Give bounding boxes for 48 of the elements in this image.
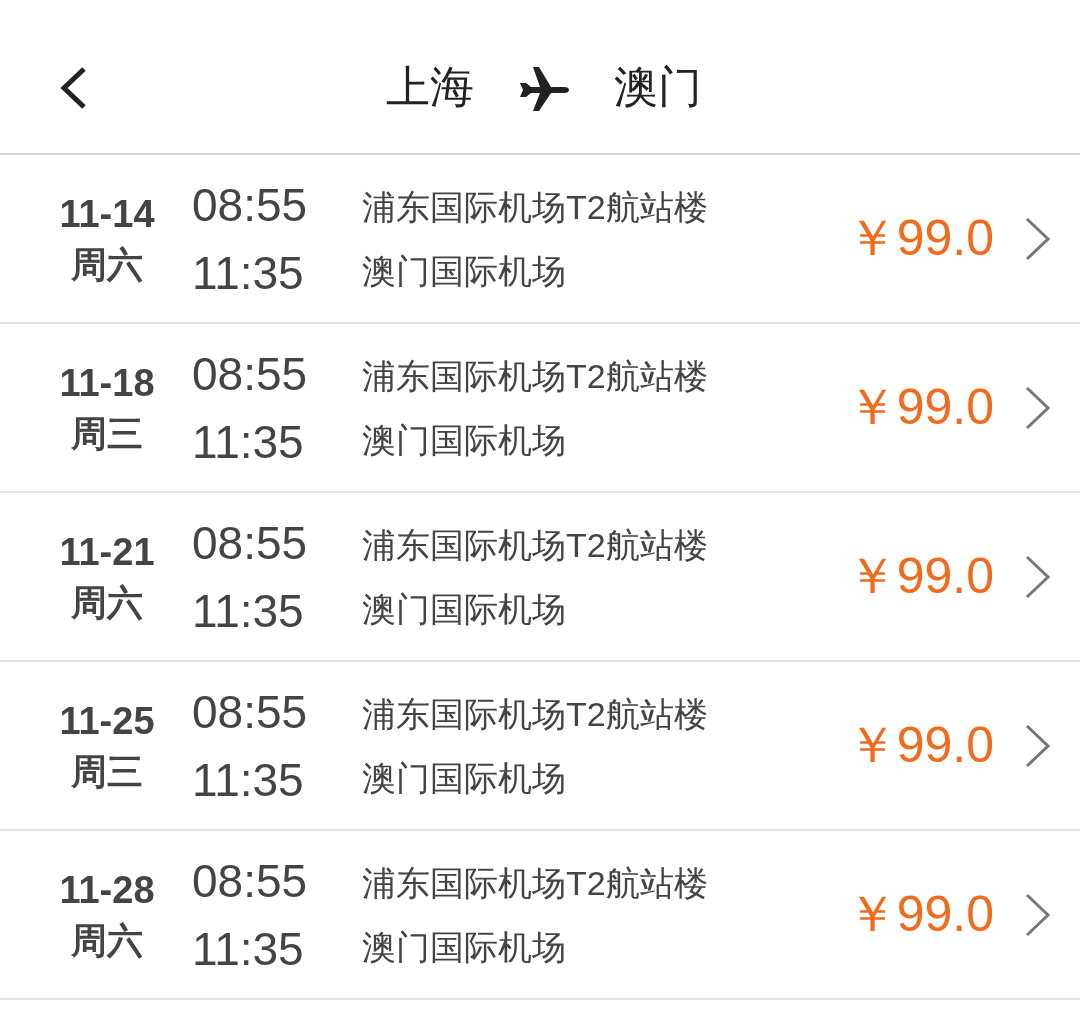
flight-row[interactable]: 11-28 周六 08:55 11:35 浦东国际机场T2航站楼 澳门国际机场 ￥99.0 — [0, 831, 1080, 1000]
flight-weekday: 周六 — [71, 246, 143, 283]
flight-date: 11-28 — [59, 870, 155, 909]
flight-date: 11-25 — [59, 701, 155, 740]
back-icon[interactable] — [58, 66, 88, 110]
arrival-time: 11:35 — [192, 249, 305, 296]
arrival-airport: 澳门国际机场 — [362, 591, 567, 626]
chevron-right-icon — [1024, 215, 1052, 262]
arrival-airport: 澳门国际机场 — [362, 422, 567, 457]
flight-weekday: 周三 — [71, 753, 143, 790]
origin-city: 上海 — [386, 60, 474, 113]
flight-row[interactable]: 11-21 周六 08:55 11:35 浦东国际机场T2航站楼 澳门国际机场 ￥99.0 — [0, 493, 1080, 662]
flight-weekday: 周六 — [71, 922, 143, 959]
departure-airport: 浦东国际机场T2航站楼 — [362, 696, 709, 731]
arrival-airport: 澳门国际机场 — [362, 253, 567, 288]
price: ￥99.0 — [846, 716, 994, 775]
departure-airport: 浦东国际机场T2航站楼 — [362, 865, 709, 900]
departure-airport: 浦东国际机场T2航站楼 — [362, 527, 709, 562]
departure-airport: 浦东国际机场T2航站楼 — [362, 358, 709, 393]
departure-time: 08:55 — [192, 857, 309, 904]
arrival-time: 11:35 — [192, 587, 305, 634]
arrival-time: 11:35 — [192, 925, 305, 972]
departure-airport: 浦东国际机场T2航站楼 — [362, 189, 709, 224]
flight-row[interactable]: 11-14 周六 08:55 11:35 浦东国际机场T2航站楼 澳门国际机场 ￥99.0 — [0, 155, 1080, 324]
flight-row[interactable]: 11-25 周三 08:55 11:35 浦东国际机场T2航站楼 澳门国际机场 ￥99.0 — [0, 662, 1080, 831]
flight-date: 11-21 — [59, 532, 155, 571]
departure-time: 08:55 — [192, 688, 309, 735]
flight-date: 11-14 — [59, 194, 155, 233]
departure-time: 08:55 — [192, 350, 309, 397]
arrival-airport: 澳门国际机场 — [362, 760, 567, 795]
chevron-right-icon — [1024, 384, 1052, 431]
arrival-time: 11:35 — [192, 756, 305, 803]
destination-city: 澳门 — [614, 60, 702, 113]
flight-date: 11-18 — [59, 363, 155, 402]
price: ￥99.0 — [846, 885, 994, 944]
chevron-right-icon — [1024, 891, 1052, 938]
arrival-time: 11:35 — [192, 418, 305, 465]
arrival-airport: 澳门国际机场 — [362, 929, 567, 964]
flight-weekday: 周六 — [71, 584, 143, 621]
price: ￥99.0 — [846, 378, 994, 437]
chevron-right-icon — [1024, 553, 1052, 600]
price: ￥99.0 — [846, 547, 994, 606]
departure-time: 08:55 — [192, 519, 309, 566]
flight-weekday: 周三 — [71, 415, 143, 452]
departure-time: 08:55 — [192, 181, 309, 228]
chevron-right-icon — [1024, 722, 1052, 769]
flight-row[interactable]: 11-18 周三 08:55 11:35 浦东国际机场T2航站楼 澳门国际机场 ￥99.0 — [0, 324, 1080, 493]
price: ￥99.0 — [846, 209, 994, 268]
